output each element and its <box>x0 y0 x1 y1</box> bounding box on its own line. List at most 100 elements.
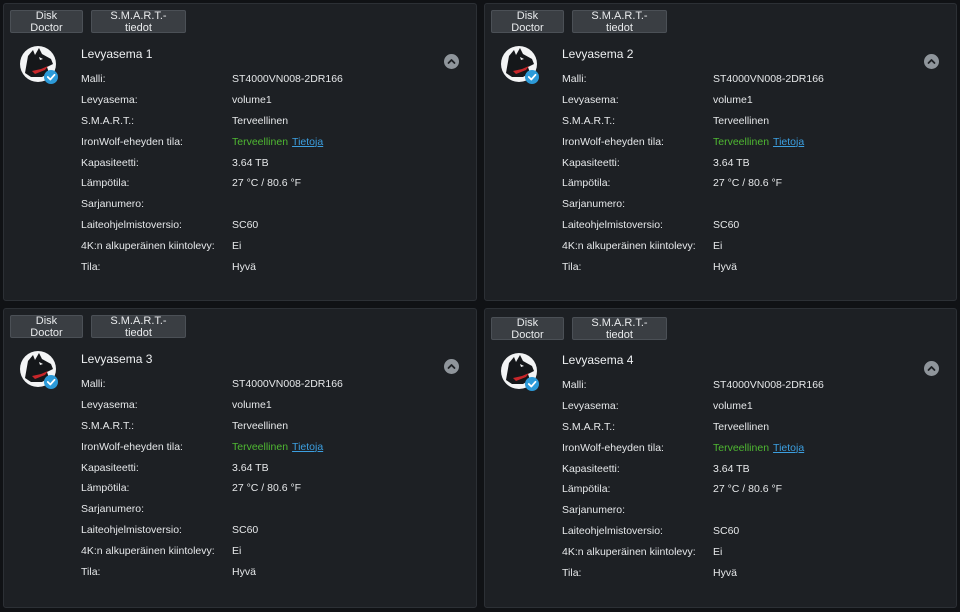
property-row-firmware: Laiteohjelmistoversio: SC60 <box>81 215 343 236</box>
native4k-label: 4K:n alkuperäinen kiintolevy: <box>81 544 215 557</box>
drive-panel-2: Disk Doctor S.M.A.R.T.-tiedot Levyasema … <box>484 3 957 301</box>
status-value: Hyvä <box>232 565 256 578</box>
firmware-label: Laiteohjelmistoversio: <box>562 218 663 231</box>
drive-title: Levyasema 3 <box>81 352 153 366</box>
drive-properties: Malli: ST4000VN008-2DR166 Levyasema: volum… <box>81 374 343 582</box>
smart-info-button[interactable]: S.M.A.R.T.-tiedot <box>572 10 667 34</box>
ironwolf-drive-icon <box>501 46 539 84</box>
disk-doctor-button[interactable]: Disk Doctor <box>491 317 564 341</box>
status-label: Tila: <box>562 566 582 579</box>
chevron-up-icon[interactable] <box>444 359 459 374</box>
property-row-capacity: Kapasiteetti: 3.64 TB <box>562 458 824 479</box>
native4k-label: 4K:n alkuperäinen kiintolevy: <box>562 239 696 252</box>
smart-info-button[interactable]: S.M.A.R.T.-tiedot <box>91 315 186 339</box>
property-row-model: Malli: ST4000VN008-2DR166 <box>81 374 343 395</box>
drive-properties: Malli: ST4000VN008-2DR166 Levyasema: volum… <box>562 69 824 277</box>
property-row-volume: Levyasema: volume1 <box>81 90 343 111</box>
property-row-volume: Levyasema: volume1 <box>81 395 343 416</box>
smart-info-button[interactable]: S.M.A.R.T.-tiedot <box>91 10 186 34</box>
smart-value: Terveellinen <box>232 419 289 432</box>
volume-label: Levyasema: <box>562 94 619 107</box>
ironwolf-label: IronWolf-eheyden tila: <box>562 441 664 454</box>
property-row-temperature: Lämpötila: 27 °C / 80.6 °F <box>562 173 824 194</box>
property-row-smart: S.M.A.R.T.: Terveellinen <box>81 111 343 132</box>
drive-panel-4: Disk Doctor S.M.A.R.T.-tiedot Levyasema … <box>484 308 957 608</box>
status-label: Tila: <box>562 260 582 273</box>
panel-toolbar: Disk Doctor S.M.A.R.T.-tiedot <box>10 315 186 339</box>
drive-grid: Disk Doctor S.M.A.R.T.-tiedot Levyasema … <box>0 0 960 612</box>
model-value: ST4000VN008-2DR166 <box>232 378 343 391</box>
chevron-up-icon[interactable] <box>924 54 939 69</box>
disk-doctor-button[interactable]: Disk Doctor <box>10 315 83 339</box>
serial-label: Sarjanumero: <box>81 503 145 516</box>
model-value: ST4000VN008-2DR166 <box>713 379 824 392</box>
volume-value: volume1 <box>713 94 753 107</box>
property-row-status: Tila: Hyvä <box>81 561 343 582</box>
serial-label: Sarjanumero: <box>562 198 626 211</box>
property-row-smart: S.M.A.R.T.: Terveellinen <box>562 417 824 438</box>
native4k-value: Ei <box>713 545 723 558</box>
native4k-value: Ei <box>232 239 242 252</box>
drive-title: Levyasema 2 <box>562 47 634 61</box>
status-value: Hyvä <box>713 260 737 273</box>
ironwolf-label: IronWolf-eheyden tila: <box>562 135 664 148</box>
property-row-firmware: Laiteohjelmistoversio: SC60 <box>562 215 824 236</box>
ironwolf-info-link[interactable]: Tietoja <box>773 442 804 454</box>
disk-doctor-button[interactable]: Disk Doctor <box>10 10 83 34</box>
property-row-capacity: Kapasiteetti: 3.64 TB <box>562 152 824 173</box>
volume-label: Levyasema: <box>81 94 138 107</box>
smart-info-button[interactable]: S.M.A.R.T.-tiedot <box>572 317 667 341</box>
property-row-status: Tila: Hyvä <box>81 256 343 277</box>
drive-panel-1: Disk Doctor S.M.A.R.T.-tiedot Levyasema … <box>3 3 477 301</box>
temperature-label: Lämpötila: <box>562 177 611 190</box>
model-label: Malli: <box>562 73 587 86</box>
volume-label: Levyasema: <box>81 399 138 412</box>
ironwolf-info-link[interactable]: Tietoja <box>292 441 323 453</box>
ironwolf-value: Terveellinen <box>713 135 770 148</box>
property-row-smart: S.M.A.R.T.: Terveellinen <box>562 111 824 132</box>
capacity-value: 3.64 TB <box>232 461 269 474</box>
drive-title: Levyasema 1 <box>81 47 153 61</box>
property-row-serial: Sarjanumero: <box>562 500 824 521</box>
drive-panel-3: Disk Doctor S.M.A.R.T.-tiedot Levyasema … <box>3 308 477 608</box>
check-badge-icon <box>44 375 58 389</box>
check-badge-icon <box>525 377 539 391</box>
check-badge-icon <box>525 70 539 84</box>
native4k-value: Ei <box>713 239 723 252</box>
status-label: Tila: <box>81 565 101 578</box>
native4k-value: Ei <box>232 544 242 557</box>
status-value: Hyvä <box>232 260 256 273</box>
property-row-model: Malli: ST4000VN008-2DR166 <box>562 375 824 396</box>
property-row-ironwolf: IronWolf-eheyden tila: Terveellinen Tietoj… <box>81 436 343 457</box>
ironwolf-value: Terveellinen <box>713 441 770 454</box>
smart-value: Terveellinen <box>232 114 289 127</box>
ironwolf-info-link[interactable]: Tietoja <box>292 136 323 148</box>
drive-properties: Malli: ST4000VN008-2DR166 Levyasema: volum… <box>562 375 824 583</box>
smart-label: S.M.A.R.T.: <box>562 114 616 127</box>
property-row-status: Tila: Hyvä <box>562 562 824 583</box>
panel-toolbar: Disk Doctor S.M.A.R.T.-tiedot <box>10 10 186 34</box>
property-row-firmware: Laiteohjelmistoversio: SC60 <box>562 521 824 542</box>
disk-doctor-button[interactable]: Disk Doctor <box>491 10 564 34</box>
temperature-value: 27 °C / 80.6 °F <box>232 482 302 495</box>
temperature-value: 27 °C / 80.6 °F <box>713 177 783 190</box>
property-row-firmware: Laiteohjelmistoversio: SC60 <box>81 520 343 541</box>
firmware-label: Laiteohjelmistoversio: <box>81 218 182 231</box>
firmware-value: SC60 <box>713 524 740 537</box>
native4k-label: 4K:n alkuperäinen kiintolevy: <box>562 545 696 558</box>
property-row-native4k: 4K:n alkuperäinen kiintolevy: Ei <box>81 235 343 256</box>
ironwolf-info-link[interactable]: Tietoja <box>773 136 804 148</box>
property-row-status: Tila: Hyvä <box>562 256 824 277</box>
property-row-volume: Levyasema: volume1 <box>562 396 824 417</box>
temperature-value: 27 °C / 80.6 °F <box>713 483 783 496</box>
chevron-up-icon[interactable] <box>924 361 939 376</box>
property-row-model: Malli: ST4000VN008-2DR166 <box>562 69 824 90</box>
ironwolf-label: IronWolf-eheyden tila: <box>81 440 183 453</box>
property-row-ironwolf: IronWolf-eheyden tila: Terveellinen Tietoj… <box>562 437 824 458</box>
property-row-native4k: 4K:n alkuperäinen kiintolevy: Ei <box>81 540 343 561</box>
smart-value: Terveellinen <box>713 114 770 127</box>
ironwolf-value: Terveellinen <box>232 440 289 453</box>
chevron-up-icon[interactable] <box>444 54 459 69</box>
property-row-serial: Sarjanumero: <box>81 499 343 520</box>
smart-label: S.M.A.R.T.: <box>562 420 616 433</box>
